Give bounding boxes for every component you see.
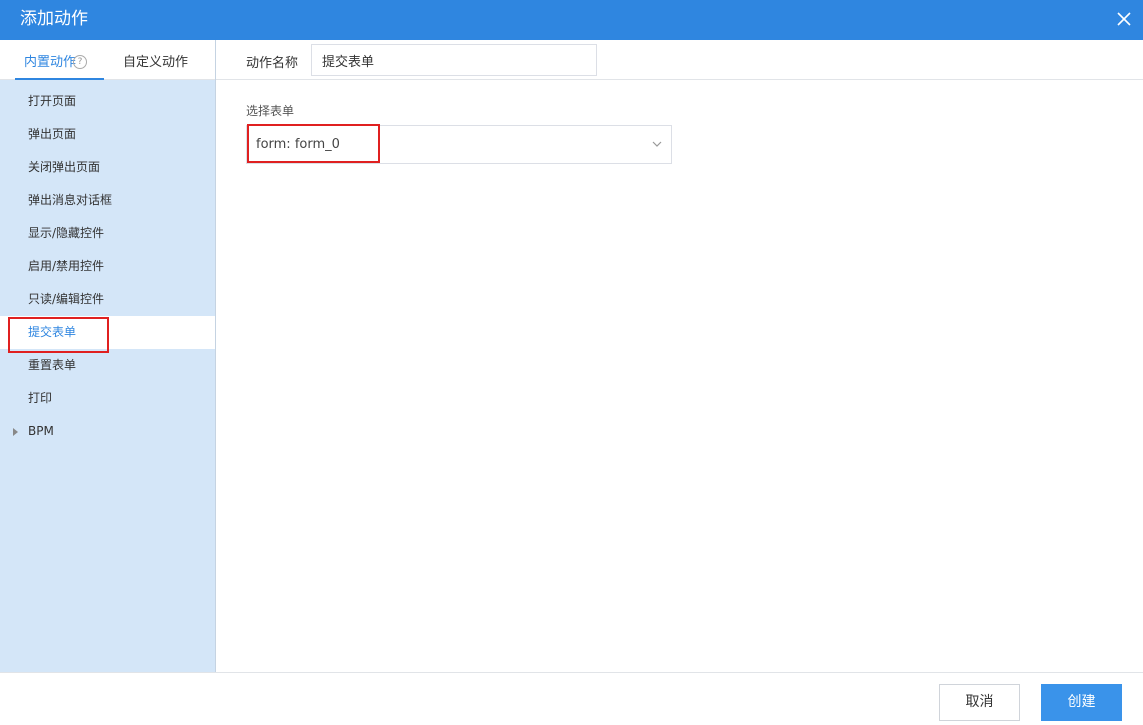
sidebar-item-label: 关闭弹出页面	[28, 160, 101, 174]
sidebar-item-label: 重置表单	[28, 358, 77, 372]
action-name-row: 动作名称	[216, 40, 1143, 80]
action-config-panel: 动作名称 选择表单 form: form_0	[216, 40, 1143, 673]
action-name-input[interactable]	[311, 44, 597, 76]
sidebar-item-print[interactable]: 打印	[0, 382, 215, 415]
sidebar-item-label: 显示/隐藏控件	[28, 226, 105, 240]
sidebar-item-label: 只读/编辑控件	[28, 292, 105, 306]
sidebar-item-close-popup[interactable]: 关闭弹出页面	[0, 151, 215, 184]
dialog-title: 添加动作	[20, 9, 88, 29]
sidebar-item-readonly-edit-control[interactable]: 只读/编辑控件	[0, 283, 215, 316]
cancel-button[interactable]: 取消	[939, 684, 1020, 721]
select-form-label: 选择表单	[246, 104, 295, 118]
sidebar-item-bpm[interactable]: BPM	[0, 415, 215, 448]
chevron-down-icon	[651, 138, 663, 150]
sidebar-item-label: 打开页面	[28, 94, 77, 108]
sidebar-item-message-dialog[interactable]: 弹出消息对话框	[0, 184, 215, 217]
tab-custom-label: 自定义动作	[123, 55, 189, 70]
close-icon[interactable]	[1111, 6, 1137, 32]
sidebar-item-label: 弹出页面	[28, 127, 77, 141]
create-button[interactable]: 创建	[1041, 684, 1122, 721]
dialog-footer: 取消 创建	[0, 672, 1143, 725]
sidebar-item-reset-form[interactable]: 重置表单	[0, 349, 215, 382]
action-name-label: 动作名称	[246, 56, 299, 71]
sidebar-item-submit-form[interactable]: 提交表单	[0, 316, 215, 349]
form-select-value: form: form_0	[256, 137, 340, 152]
sidebar-item-open-page[interactable]: 打开页面	[0, 85, 215, 118]
action-tabs: 内置动作 ? 自定义动作	[0, 40, 215, 80]
action-list: 打开页面 弹出页面 关闭弹出页面 弹出消息对话框 显示/隐藏控件 启用/禁用控件…	[0, 85, 215, 448]
tab-builtin-label: 内置动作	[24, 55, 77, 70]
sidebar-item-label: 启用/禁用控件	[28, 259, 105, 273]
sidebar-item-label: 提交表单	[28, 325, 77, 339]
tab-custom-actions[interactable]: 自定义动作	[123, 40, 188, 80]
sidebar-item-show-hide-control[interactable]: 显示/隐藏控件	[0, 217, 215, 250]
form-select[interactable]: form: form_0	[246, 125, 672, 164]
sidebar-item-label: 打印	[28, 391, 53, 405]
sidebar-item-enable-disable-control[interactable]: 启用/禁用控件	[0, 250, 215, 283]
action-sidebar: 内置动作 ? 自定义动作 打开页面 弹出页面 关闭弹出页面 弹出消息对话框 显示…	[0, 40, 216, 673]
sidebar-item-popup-page[interactable]: 弹出页面	[0, 118, 215, 151]
sidebar-item-label: BPM	[28, 424, 54, 438]
sidebar-item-label: 弹出消息对话框	[28, 193, 113, 207]
tab-builtin-actions[interactable]: 内置动作	[15, 40, 104, 80]
help-icon[interactable]: ?	[73, 55, 87, 69]
dialog-titlebar: 添加动作	[0, 0, 1143, 40]
caret-right-icon[interactable]	[13, 428, 18, 436]
